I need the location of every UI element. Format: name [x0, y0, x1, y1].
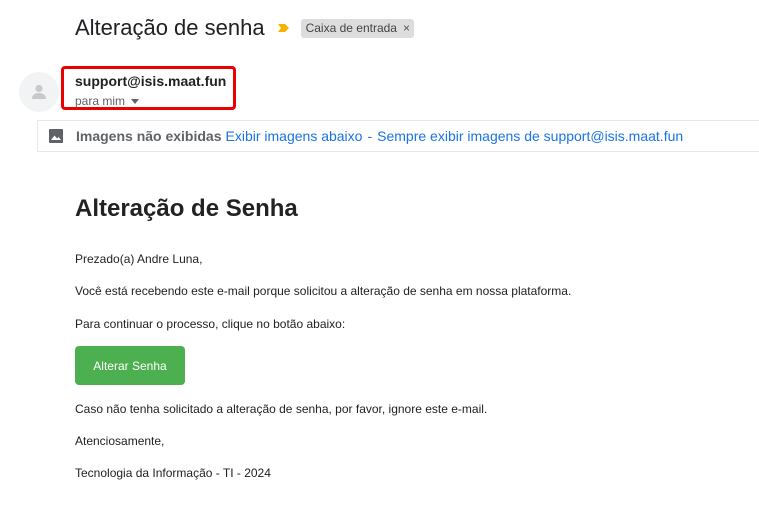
inbox-label-chip[interactable]: Caixa de entrada × [300, 18, 414, 38]
importance-marker-icon[interactable] [277, 21, 291, 35]
recipient-text: para mim [75, 94, 126, 108]
email-view: Alteração de senha Caixa de entrada × su… [0, 0, 759, 519]
body-line-3: Caso não tenha solicitado a alteração de… [75, 402, 488, 416]
inbox-label-text: Caixa de entrada [305, 20, 397, 35]
body-line-1: Você está recebendo este e-mail porque s… [75, 284, 572, 298]
subject-row: Alteração de senha Caixa de entrada × [75, 14, 414, 42]
show-images-below-link[interactable]: Exibir imagens abaixo [226, 128, 363, 144]
body-line-2: Para continuar o processo, clique no bot… [75, 317, 346, 331]
caret-down-icon[interactable] [131, 98, 140, 104]
recipient-line[interactable]: para mim [75, 94, 140, 108]
sender-avatar[interactable] [19, 72, 59, 112]
closing-text: Atenciosamente, [75, 434, 165, 448]
link-separator: - [367, 128, 373, 144]
sender-email: support@isis.maat.fun [75, 73, 227, 89]
remove-label-icon[interactable]: × [403, 21, 410, 36]
always-show-images-link[interactable]: Sempre exibir imagens de support@isis.ma… [377, 128, 683, 144]
image-icon [49, 129, 63, 143]
person-avatar-icon [32, 84, 46, 99]
change-password-button[interactable]: Alterar Senha [75, 346, 185, 385]
images-not-displayed-text: Imagens não exibidas [76, 128, 222, 144]
body-title: Alteração de Senha [75, 195, 298, 222]
signature-text: Tecnologia da Informação - TI - 2024 [75, 466, 271, 480]
email-subject: Alteração de senha [75, 15, 265, 40]
greeting-text: Prezado(a) Andre Luna, [75, 252, 203, 266]
images-not-displayed-bar: Imagens não exibidas Exibir imagens abai… [37, 120, 759, 152]
